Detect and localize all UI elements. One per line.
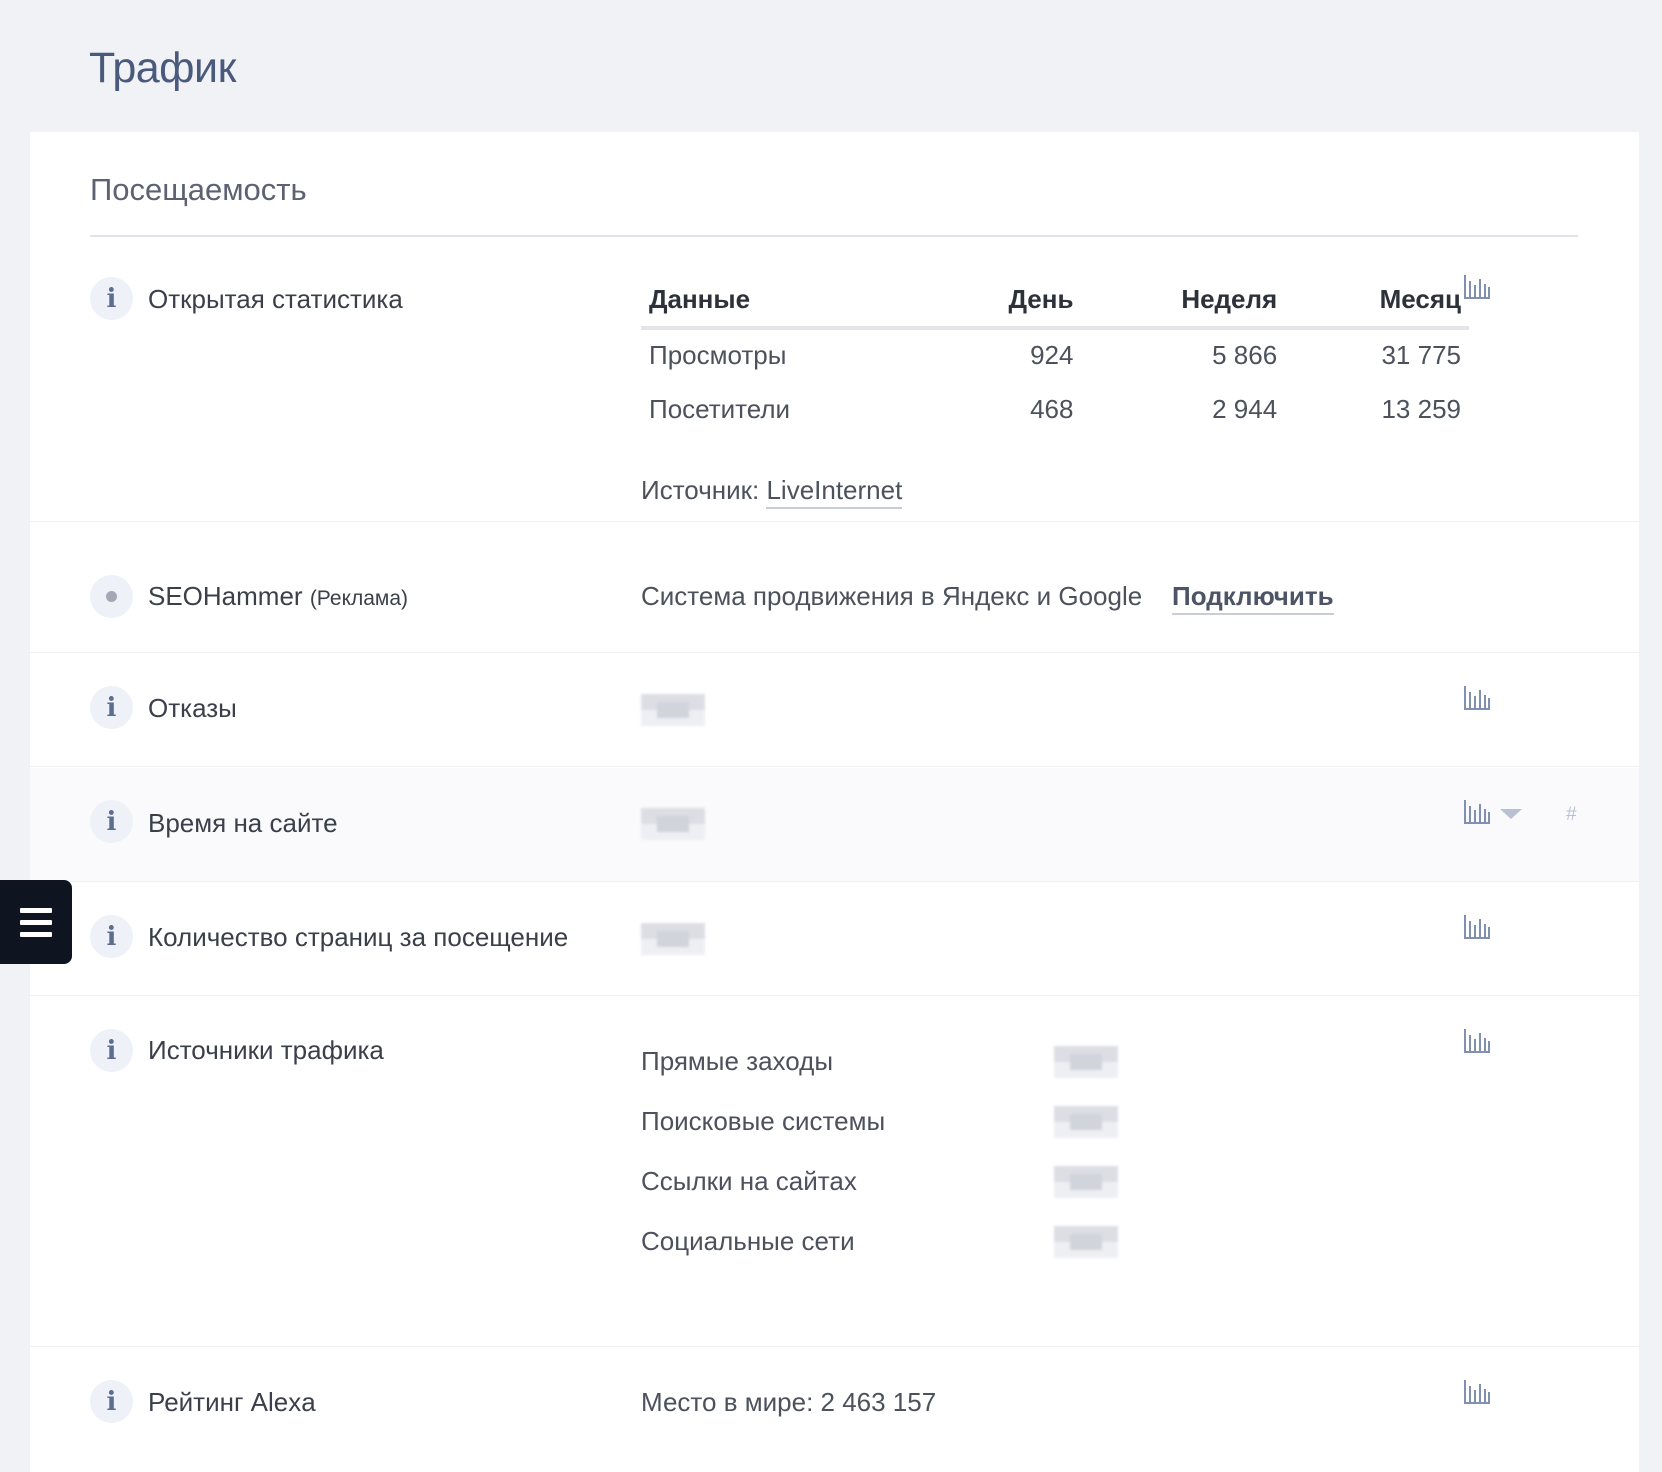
hidden-value [1054, 1226, 1118, 1258]
source-line: Источник: LiveInternet [641, 475, 903, 509]
section-title: Посещаемость [90, 172, 307, 207]
seohammer-name: SEOHammer [148, 581, 303, 611]
time-on-site-row: i Время на сайте # [30, 768, 1639, 882]
time-on-site-label: Время на сайте [148, 808, 338, 838]
table-cell: 5 866 [1212, 339, 1278, 370]
table-cell: Посетители [649, 393, 791, 424]
bounces-label: Отказы [148, 693, 237, 723]
bullet-icon [90, 575, 133, 618]
traffic-source-item: Поисковые системы [641, 1106, 886, 1136]
traffic-sources-row: i Источники трафика Прямые заходы Поиско… [30, 997, 1639, 1347]
bar-chart-icon[interactable] [1464, 1380, 1490, 1404]
hidden-value [641, 694, 705, 726]
table-row: Посетители 468 2 944 13 259 [641, 380, 1469, 432]
table-cell: 13 259 [1381, 393, 1461, 424]
table-header: День [1000, 272, 1082, 330]
bar-chart-icon[interactable] [1464, 686, 1490, 710]
bar-chart-icon[interactable] [1464, 915, 1490, 939]
liveinternet-link[interactable]: LiveInternet [766, 475, 903, 509]
source-prefix: Источник: [641, 475, 760, 505]
info-icon[interactable]: i [90, 800, 133, 843]
ad-note: (Реклама) [309, 587, 409, 610]
table-cell: 468 [1030, 393, 1074, 424]
alexa-label: Рейтинг Alexa [148, 1387, 316, 1417]
hidden-value [1054, 1046, 1118, 1078]
table-header: Месяц [1285, 272, 1469, 330]
info-icon[interactable]: i [90, 1380, 133, 1423]
hamburger-menu-icon[interactable] [0, 880, 72, 964]
info-icon[interactable]: i [90, 277, 133, 320]
traffic-card: Посещаемость i Открытая статистика Данны… [30, 132, 1639, 1472]
section-divider [90, 235, 1578, 237]
seohammer-description: Система продвижения в Яндекс и Google [641, 581, 1143, 611]
traffic-sources-label: Источники трафика [148, 1035, 384, 1065]
info-icon[interactable]: i [90, 915, 133, 958]
chevron-down-icon[interactable] [1500, 809, 1522, 819]
pages-per-visit-row: i Количество страниц за посещение [30, 883, 1639, 996]
anchor-hash[interactable]: # [1566, 804, 1577, 826]
bar-chart-icon[interactable] [1464, 275, 1490, 299]
traffic-source-item: Социальные сети [641, 1226, 855, 1256]
info-icon[interactable]: i [90, 1029, 133, 1072]
seohammer-label: SEOHammer (Реклама) [148, 581, 408, 612]
pages-per-visit-label: Количество страниц за посещение [148, 922, 569, 952]
bar-chart-icon[interactable] [1464, 800, 1490, 824]
open-stats-label: Открытая статистика [148, 284, 403, 314]
open-stats-table: Данные День Неделя Месяц Просмотры 924 5… [641, 272, 1469, 432]
alexa-row: i Рейтинг Alexa Место в мире: 2 463 157 [30, 1348, 1639, 1472]
traffic-source-item: Прямые заходы [641, 1046, 834, 1076]
bar-chart-icon[interactable] [1464, 1029, 1490, 1053]
table-header: Неделя [1081, 272, 1286, 330]
alexa-world-rank: Место в мире: 2 463 157 [641, 1387, 937, 1417]
hidden-value [641, 808, 705, 840]
table-cell: 924 [1030, 339, 1074, 370]
traffic-source-item: Ссылки на сайтах [641, 1166, 857, 1196]
table-cell: 31 775 [1381, 339, 1461, 370]
connect-link[interactable]: Подключить [1172, 581, 1334, 615]
table-row: Просмотры 924 5 866 31 775 [641, 328, 1469, 380]
hidden-value [641, 923, 705, 955]
page-title: Трафик [89, 44, 236, 92]
info-icon[interactable]: i [90, 686, 133, 729]
seohammer-row: SEOHammer (Реклама) Система продвижения … [30, 543, 1639, 653]
table-cell: 2 944 [1212, 393, 1278, 424]
table-cell: Просмотры [649, 339, 787, 370]
hidden-value [1054, 1106, 1118, 1138]
table-header: Данные [641, 272, 1001, 330]
hidden-value [1054, 1166, 1118, 1198]
bounces-row: i Отказы [30, 654, 1639, 767]
